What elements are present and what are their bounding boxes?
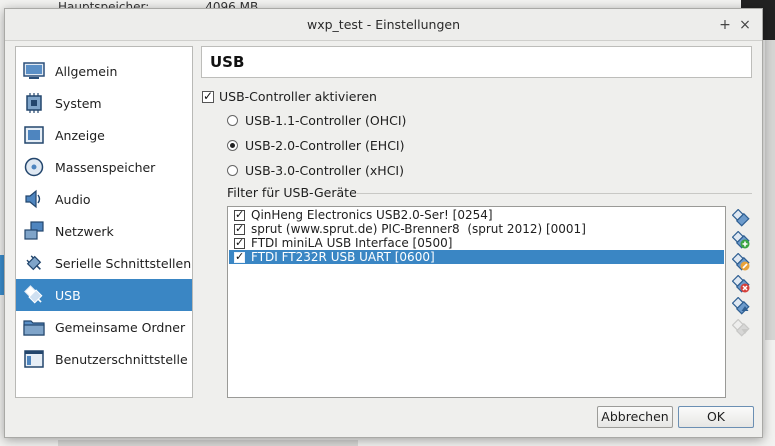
sidebar-item-gemeinsame-ordner[interactable]: Gemeinsame Ordner [16, 311, 192, 343]
sidebar-item-label: Serielle Schnittstellen [55, 255, 192, 271]
sidebar-item-label: Anzeige [55, 127, 105, 143]
remove-filter-icon[interactable] [731, 274, 752, 295]
sidebar-item-serielle-schnittstellen[interactable]: Serielle Schnittstellen [16, 247, 192, 279]
move-down-icon [731, 318, 752, 339]
sidebar-item-system[interactable]: System [16, 87, 192, 119]
usb11-label[interactable]: USB-1.1-Controller (OHCI) [245, 113, 406, 129]
close-button[interactable]: × [736, 16, 754, 34]
add-filter-icon[interactable] [731, 208, 752, 229]
section-header: USB [201, 46, 752, 78]
sidebar-item-label: Benutzerschnittstelle [55, 351, 188, 367]
filter-enabled-checkbox[interactable] [234, 250, 245, 263]
user-interface-icon [23, 348, 45, 370]
usb-icon [23, 284, 45, 306]
general-icon [23, 60, 45, 82]
filter-name: QinHeng Electronics USB2.0-Ser! [0254] [251, 208, 493, 222]
usb20-radio[interactable] [227, 140, 238, 151]
sidebar-item-usb[interactable]: USB [16, 279, 192, 311]
sidebar-item-audio[interactable]: Audio [16, 183, 192, 215]
system-chip-icon [23, 92, 45, 114]
settings-dialog: wxp_test - Einstellungen + × Allgemein S… [4, 8, 763, 438]
usb-filter-row-selected[interactable]: FTDI FT232R USB UART [0600] [229, 250, 724, 264]
usb-filter-row[interactable]: FTDI miniLA USB Interface [0500] [229, 236, 724, 250]
settings-sidebar: Allgemein System Anzeige Massenspeicher … [15, 46, 193, 398]
filter-heading-divider [357, 193, 752, 194]
filter-name: FTDI FT232R USB UART [0600] [251, 250, 435, 264]
filter-name: sprut (www.sprut.de) PIC-Brenner8 (sprut… [251, 222, 586, 236]
maximize-button[interactable]: + [716, 16, 734, 34]
usb-filter-row[interactable]: QinHeng Electronics USB2.0-Ser! [0254] [229, 208, 724, 222]
sidebar-item-anzeige[interactable]: Anzeige [16, 119, 192, 151]
add-from-device-icon[interactable] [731, 230, 752, 251]
sidebar-item-label: Gemeinsame Ordner [55, 319, 186, 335]
cancel-button[interactable]: Abbrechen [597, 406, 673, 428]
filter-enabled-checkbox[interactable] [234, 222, 245, 235]
storage-disk-icon [23, 156, 45, 178]
ok-button[interactable]: OK [678, 406, 754, 428]
sidebar-item-massenspeicher[interactable]: Massenspeicher [16, 151, 192, 183]
sidebar-item-label: Netzwerk [55, 223, 114, 239]
shared-folder-icon [23, 316, 45, 338]
enable-usb-checkbox[interactable] [202, 89, 214, 103]
title-bar[interactable]: wxp_test - Einstellungen + × [5, 9, 762, 41]
window-title: wxp_test - Einstellungen [306, 17, 460, 32]
usb-filter-list[interactable]: QinHeng Electronics USB2.0-Ser! [0254] s… [227, 206, 726, 398]
filter-enabled-checkbox[interactable] [234, 208, 245, 221]
filter-name: FTDI miniLA USB Interface [0500] [251, 236, 453, 250]
sidebar-item-label: Allgemein [55, 63, 118, 79]
usb30-label[interactable]: USB-3.0-Controller (xHCI) [245, 163, 404, 179]
serial-plug-icon [23, 252, 45, 274]
usb11-radio[interactable] [227, 115, 238, 126]
page-title: USB [210, 53, 245, 71]
move-up-icon[interactable] [731, 296, 752, 317]
sidebar-item-label: System [55, 95, 102, 111]
sidebar-item-label: Massenspeicher [55, 159, 156, 175]
filter-enabled-checkbox[interactable] [234, 236, 245, 249]
display-icon [23, 124, 45, 146]
sidebar-item-label: Audio [55, 191, 91, 207]
sidebar-item-label: USB [55, 287, 81, 303]
background-edge-scroll [765, 40, 775, 340]
audio-speaker-icon [23, 188, 45, 210]
edit-filter-icon[interactable] [731, 252, 752, 273]
sidebar-item-netzwerk[interactable]: Netzwerk [16, 215, 192, 247]
sidebar-item-benutzerschnittstelle[interactable]: Benutzerschnittstelle [16, 343, 192, 375]
network-icon [23, 220, 45, 242]
usb30-radio[interactable] [227, 165, 238, 176]
enable-usb-label[interactable]: USB-Controller aktivieren [219, 89, 377, 105]
background-bottom [58, 440, 358, 446]
sidebar-item-allgemein[interactable]: Allgemein [16, 55, 192, 87]
usb20-label[interactable]: USB-2.0-Controller (EHCI) [245, 138, 405, 154]
usb-filter-heading: Filter für USB-Geräte [227, 185, 357, 200]
usb-filter-row[interactable]: sprut (www.sprut.de) PIC-Brenner8 (sprut… [229, 222, 724, 236]
